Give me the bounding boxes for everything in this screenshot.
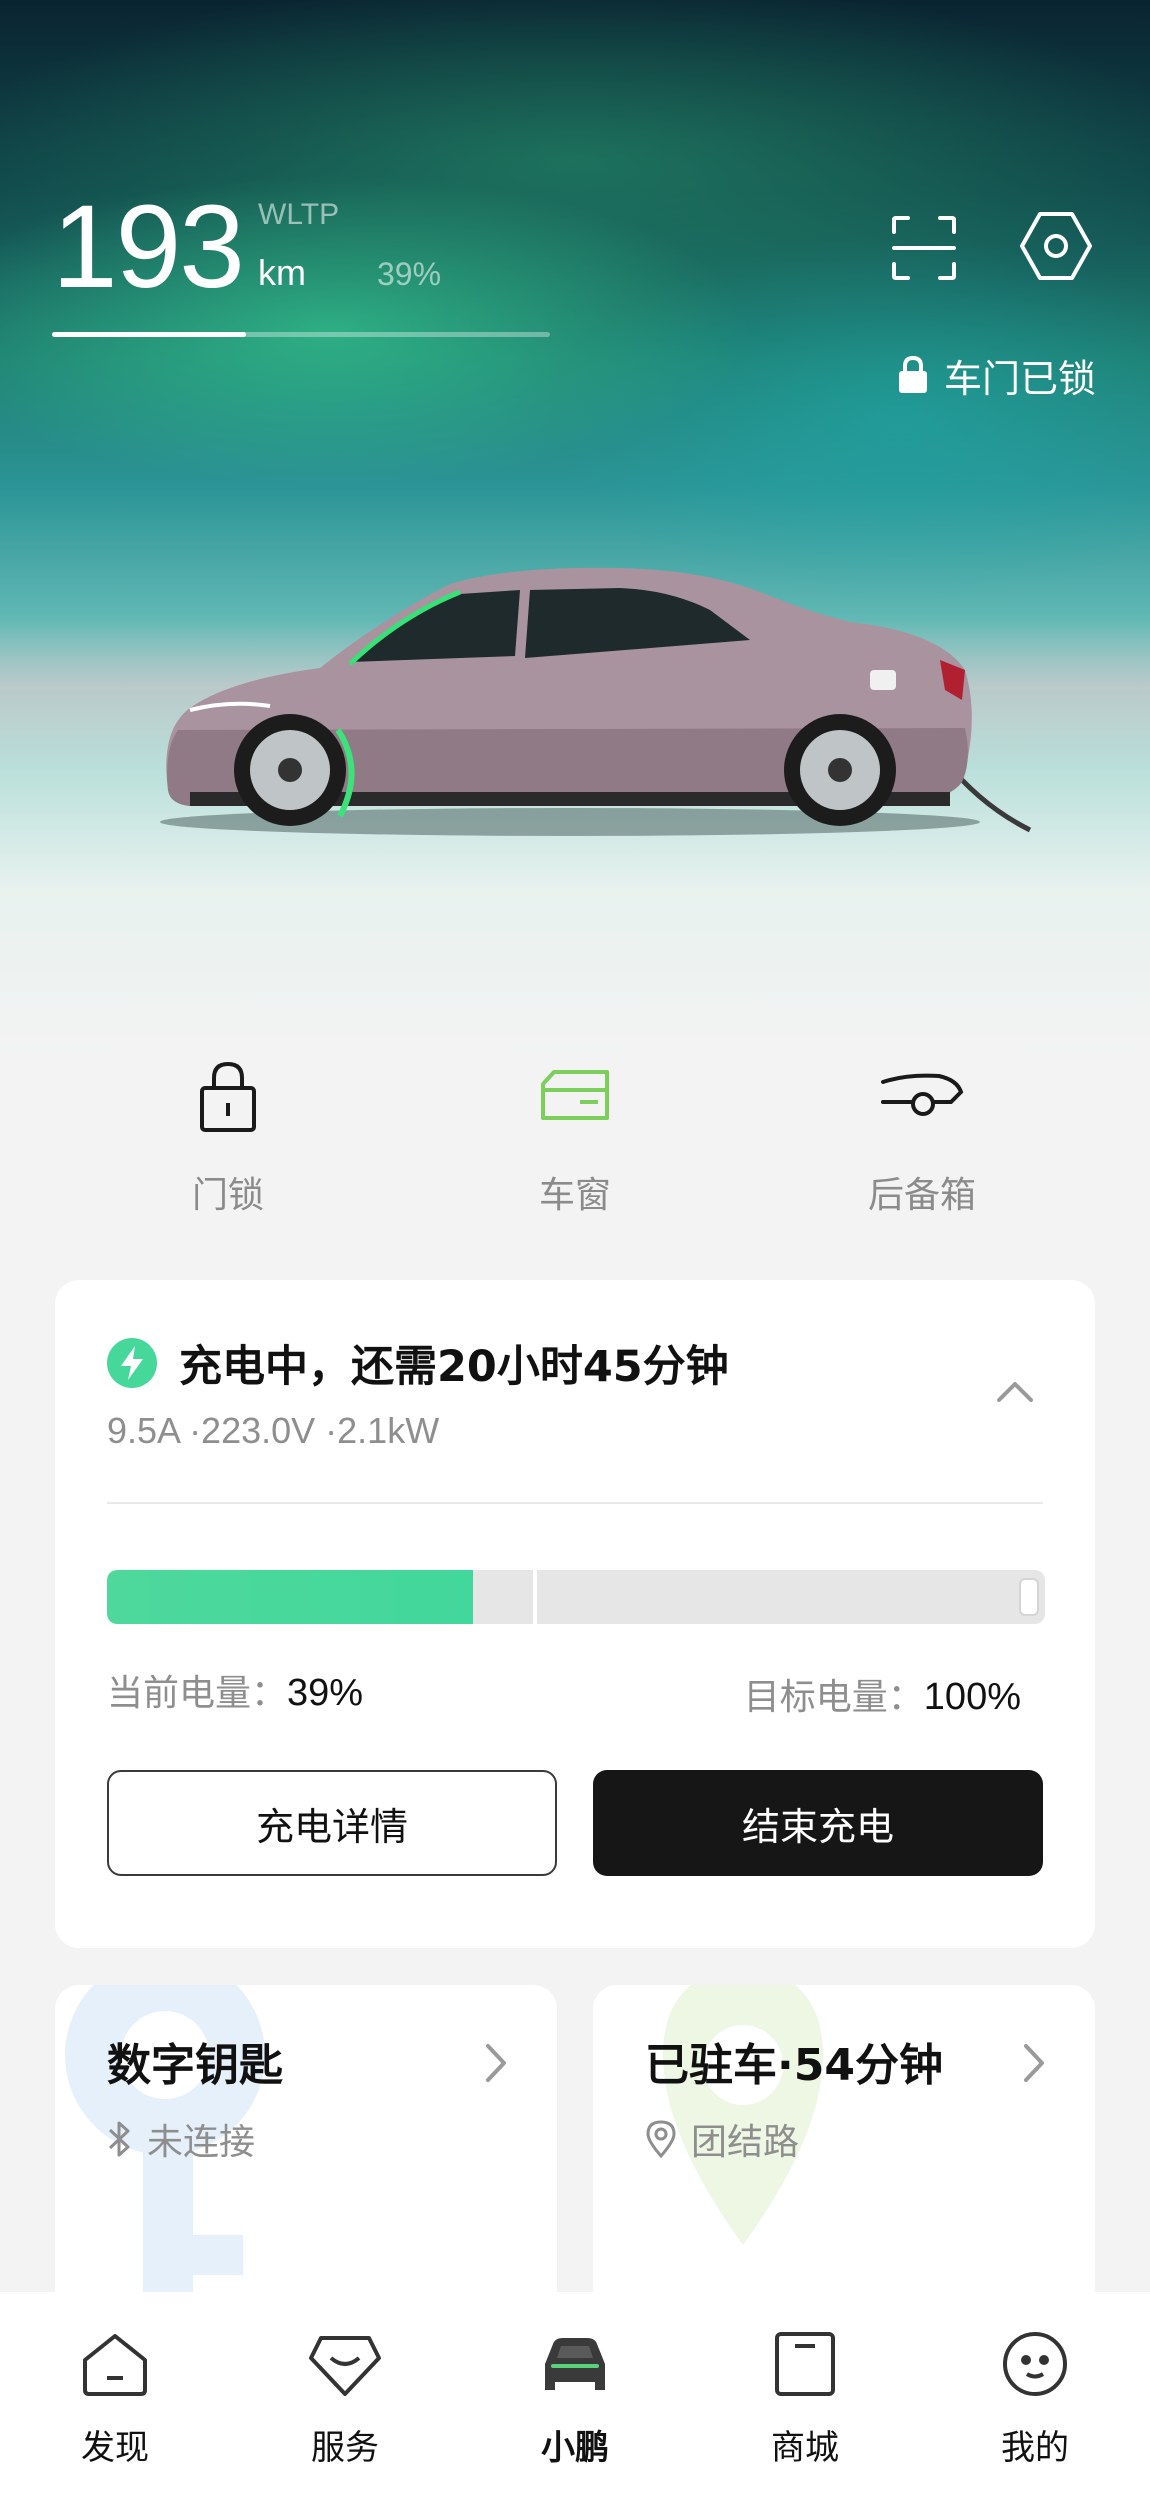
charging-specs: 9.5A ·223.0V ·2.1kW (107, 1410, 440, 1451)
range-bar-fill (52, 332, 247, 337)
charging-bolt-icon (107, 1338, 157, 1388)
nav-item-mall[interactable]: 商城 (690, 2292, 920, 2497)
target-level: 目标电量：100% (744, 1668, 1021, 1720)
parking-location-text: 团结路 (691, 2122, 800, 2163)
battery-level-fill (107, 1570, 473, 1624)
nav-item-discover[interactable]: 发现 (0, 2292, 230, 2497)
range-standard: WLTP (258, 198, 340, 231)
charging-status-title: 充电中，还需20小时45分钟 (179, 1342, 729, 1392)
nav-item-xpeng[interactable]: 小鹏 (460, 2292, 690, 2497)
settings-hexagon-icon[interactable] (1018, 208, 1094, 284)
discover-icon (83, 2334, 147, 2396)
trunk-label: 后备箱 (867, 1175, 976, 1216)
bluetooth-icon (108, 2121, 130, 2157)
battery-percent: 39% (377, 256, 442, 292)
digital-key-status: 未连接 (107, 2113, 255, 2165)
divider (107, 1502, 1043, 1504)
car-icon (545, 2338, 605, 2390)
mall-icon (775, 2332, 835, 2396)
trunk-icon (881, 1073, 964, 1116)
range-value: 193 (52, 181, 245, 313)
nav-label-mine: 我的 (1001, 2428, 1069, 2468)
vehicle-hero: 193 WLTP km 39% 车门已锁 (0, 0, 1150, 1060)
nav-item-mine[interactable]: 我的 (920, 2292, 1150, 2497)
door-lock-label: 门锁 (191, 1175, 264, 1216)
digital-key-title: 数字钥匙 (107, 2040, 283, 2091)
profile-icon (1003, 2332, 1067, 2396)
window-control[interactable]: 车窗 (425, 1050, 725, 1250)
parking-title: 已驻车·54分钟 (645, 2040, 943, 2091)
current-level-label: 当前电量： (107, 1673, 288, 1714)
service-icon (309, 2336, 381, 2396)
scan-icon[interactable] (886, 210, 962, 286)
charging-header: 充电中，还需20小时45分钟 (107, 1332, 729, 1394)
lock-status-text: 车门已锁 (943, 356, 1096, 401)
location-pin-icon (646, 2120, 676, 2159)
battery-level-marker (532, 1570, 537, 1624)
window-label: 车窗 (538, 1175, 611, 1216)
range-display: 193 WLTP km 39% (52, 188, 572, 348)
chevron-up-icon[interactable] (993, 1376, 1037, 1406)
car-image (160, 567, 1032, 836)
charging-details-button[interactable]: 充电详情 (107, 1770, 557, 1876)
nav-label-service: 服务 (311, 2428, 379, 2468)
target-level-value: 100% (923, 1676, 1021, 1718)
door-lock-status: 车门已锁 (896, 348, 1096, 402)
chevron-right-icon (1024, 2044, 1044, 2082)
range-unit: km (258, 252, 306, 293)
stop-charging-button[interactable]: 结束充电 (593, 1770, 1043, 1876)
current-level-value: 39% (287, 1672, 364, 1714)
trunk-control[interactable]: 后备箱 (772, 1050, 1072, 1250)
nav-label-xpeng: 小鹏 (541, 2428, 609, 2468)
lock-icon (898, 355, 927, 393)
parking-location: 团结路 (645, 2113, 799, 2165)
nav-item-service[interactable]: 服务 (230, 2292, 460, 2497)
door-lock-icon (200, 1061, 256, 1132)
current-level: 当前电量：39% (107, 1664, 363, 1716)
charging-card: 充电中，还需20小时45分钟 9.5A ·223.0V ·2.1kW 当前电量：… (55, 1280, 1095, 1948)
battery-level-bar[interactable] (107, 1570, 1045, 1624)
nav-label-discover: 发现 (81, 2428, 149, 2468)
target-level-label: 目标电量： (743, 1677, 924, 1718)
target-level-handle[interactable] (1019, 1578, 1039, 1616)
nav-label-mall: 商城 (771, 2428, 839, 2468)
range-bar (52, 332, 550, 337)
chevron-right-icon (486, 2044, 506, 2082)
window-icon (541, 1070, 609, 1120)
bottom-navigation: 发现 服务 小鹏 商城 我的 (0, 2292, 1150, 2497)
digital-key-status-text: 未连接 (147, 2122, 256, 2163)
door-lock-control[interactable]: 门锁 (78, 1050, 378, 1250)
